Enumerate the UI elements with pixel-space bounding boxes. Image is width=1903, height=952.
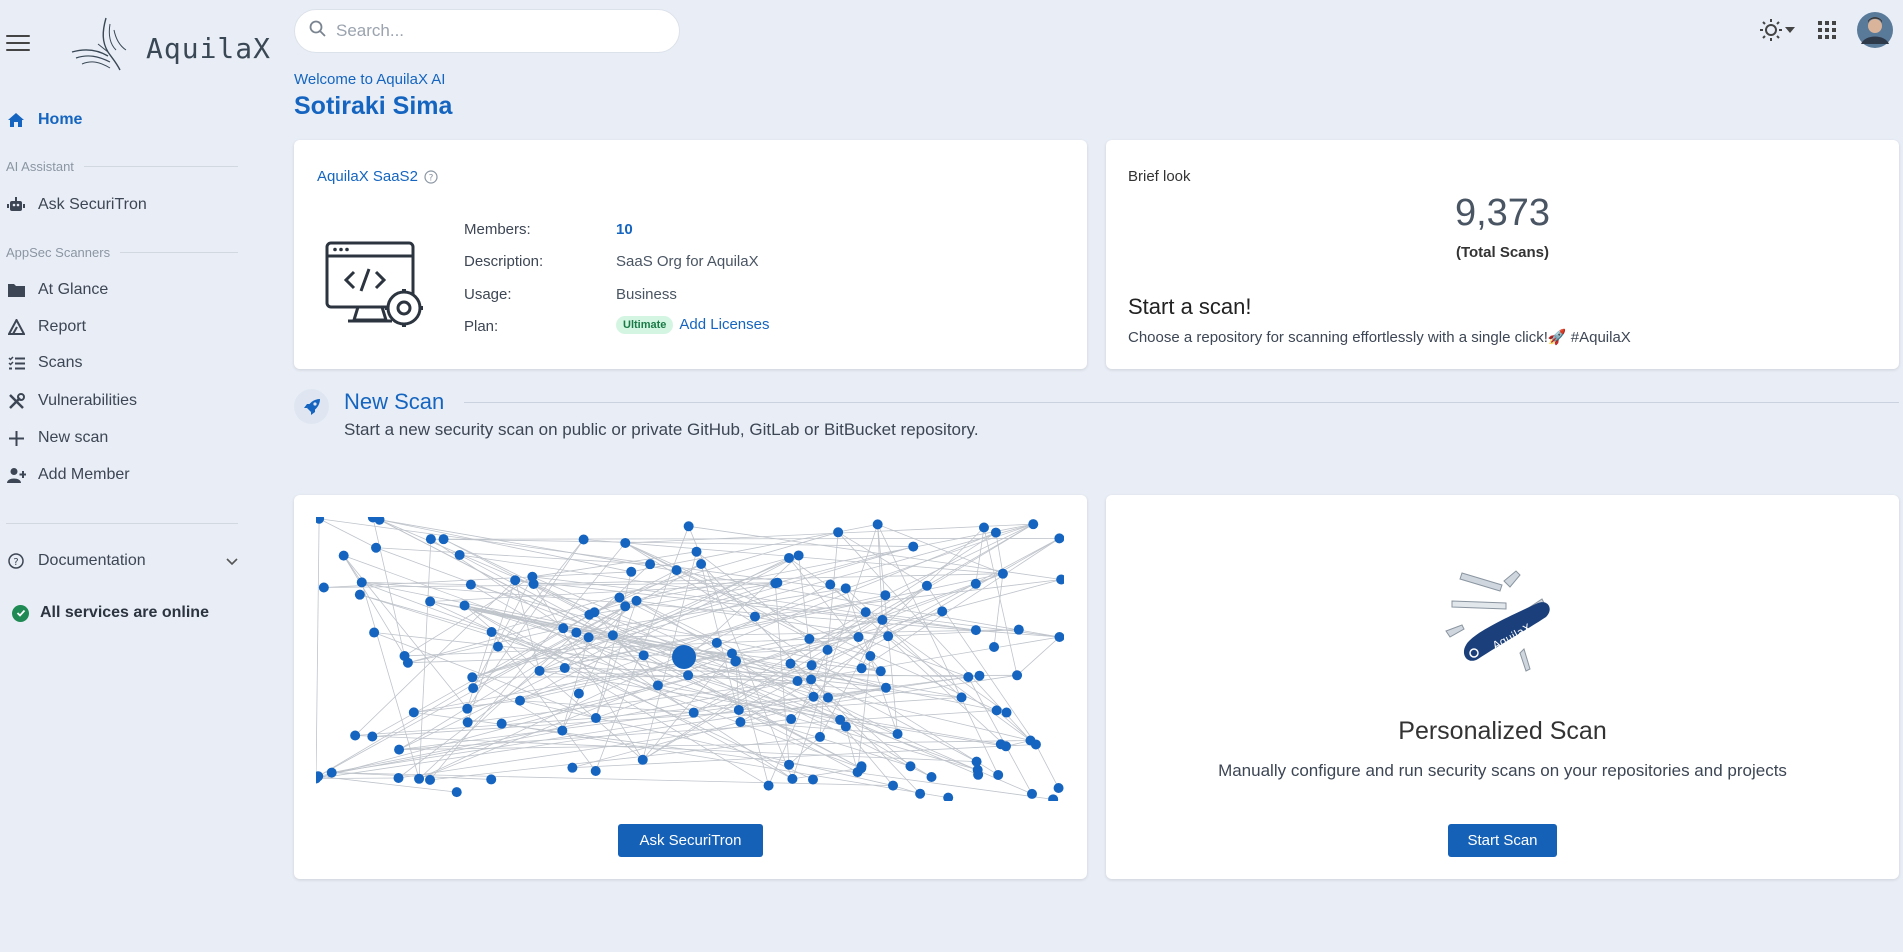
members-value[interactable]: 10 xyxy=(616,221,633,238)
checklist-icon xyxy=(5,352,27,374)
sidebar-item-at-glance[interactable]: At Glance xyxy=(0,275,240,305)
code-settings-icon xyxy=(325,241,423,327)
add-licenses-link[interactable]: Add Licenses xyxy=(679,316,769,333)
sidebar-item-home[interactable]: Home xyxy=(0,105,240,135)
sidebar-item-label: Home xyxy=(38,111,83,128)
eagle-logo-icon xyxy=(71,17,127,71)
apps-grid-icon[interactable] xyxy=(1817,20,1837,40)
svg-text:?: ? xyxy=(429,173,434,183)
sidebar-item-label: Documentation xyxy=(38,552,146,569)
rocket-icon xyxy=(294,389,329,424)
brief-card: Brief look 9,373 (Total Scans) Start a s… xyxy=(1106,140,1899,369)
logo-text: AquilaX xyxy=(146,32,272,65)
sidebar-item-report[interactable]: Report xyxy=(0,312,240,342)
sidebar-item-vulnerabilities[interactable]: Vulnerabilities xyxy=(0,386,240,416)
report-icon xyxy=(5,316,27,338)
personalized-scan-subtitle: Manually configure and run security scan… xyxy=(1218,761,1787,780)
network-illustration xyxy=(316,517,1064,801)
search-bar[interactable] xyxy=(294,9,680,53)
sidebar-item-label: At Glance xyxy=(38,281,109,298)
service-status: All services are online xyxy=(12,604,209,622)
sidebar-item-label: Scans xyxy=(38,354,83,371)
new-scan-subtitle: Start a new security scan on public or p… xyxy=(344,420,979,439)
home-icon xyxy=(5,109,27,131)
org-card: AquilaX SaaS2 ? Members: 10 Description:… xyxy=(294,140,1087,369)
usage-value: Business xyxy=(616,286,677,303)
start-scan-title: Start a scan! xyxy=(1128,294,1252,319)
sidebar-item-ask-securitron[interactable]: Ask SecuriTron xyxy=(0,190,240,220)
org-title[interactable]: AquilaX SaaS2 ? xyxy=(317,168,438,185)
new-scan-title: New Scan xyxy=(344,389,445,414)
sidebar-item-label: Add Member xyxy=(38,466,130,483)
sidebar-divider xyxy=(6,523,238,524)
personalized-scan-title: Personalized Scan xyxy=(1398,717,1607,745)
start-scan-subtitle: Choose a repository for scanning effortl… xyxy=(1128,329,1631,346)
total-scans-value: 9,373 xyxy=(1454,192,1551,234)
aquilax-logo[interactable]: AquilaX xyxy=(68,14,272,78)
top-right-controls xyxy=(1759,12,1893,48)
welcome-text: Welcome to AquilaX AI xyxy=(294,71,446,88)
sidebar-item-label: New scan xyxy=(38,429,109,446)
start-scan-button[interactable]: Start Scan xyxy=(1448,824,1557,857)
ask-securitron-button[interactable]: Ask SecuriTron xyxy=(618,824,763,857)
chevron-down-icon xyxy=(226,553,238,571)
sidebar: AquilaX Home AI Assistant Ask SecuriTron… xyxy=(0,0,270,952)
folder-icon xyxy=(5,279,27,301)
page-title: Sotiraki Sima xyxy=(294,92,453,120)
svg-text:?: ? xyxy=(13,557,18,568)
tools-icon xyxy=(5,390,27,412)
sidebar-item-label: Vulnerabilities xyxy=(38,392,138,409)
sidebar-item-new-scan[interactable]: New scan xyxy=(0,423,240,453)
help-circle-icon[interactable]: ? xyxy=(424,169,438,184)
check-circle-icon xyxy=(12,604,29,622)
robot-icon xyxy=(5,194,27,216)
menu-toggle-icon[interactable] xyxy=(6,35,30,51)
ai-card: Ask SecuriTron xyxy=(294,495,1087,879)
sidebar-item-label: Ask SecuriTron xyxy=(38,196,147,213)
plan-value: Ultimate Add Licenses xyxy=(616,316,769,335)
theme-toggle-icon[interactable] xyxy=(1759,18,1795,42)
plus-icon xyxy=(5,427,27,449)
section-label-appsec: AppSec Scanners xyxy=(6,245,238,260)
total-scans-label: (Total Scans) xyxy=(1455,244,1550,261)
brief-title: Brief look xyxy=(1128,168,1191,185)
avatar[interactable] xyxy=(1857,12,1893,48)
personalized-scan-card: AquilaX Personalized Scan Manually confi… xyxy=(1106,495,1899,879)
sidebar-item-scans[interactable]: Scans xyxy=(0,348,240,378)
new-scan-divider xyxy=(464,402,1899,403)
plan-label: Plan: xyxy=(464,318,499,335)
members-label: Members: xyxy=(464,221,531,238)
search-icon xyxy=(309,20,326,42)
description-value: SaaS Org for AquilaX xyxy=(616,253,759,270)
description-label: Description: xyxy=(464,253,544,270)
search-input[interactable] xyxy=(334,20,658,42)
sidebar-item-documentation[interactable]: ? Documentation xyxy=(0,546,240,576)
sidebar-item-add-member[interactable]: Add Member xyxy=(0,460,240,490)
section-label-ai: AI Assistant xyxy=(6,159,238,174)
multitool-icon: AquilaX xyxy=(1445,570,1550,672)
sidebar-item-label: Report xyxy=(38,318,87,335)
usage-label: Usage: xyxy=(464,286,512,303)
help-circle-icon: ? xyxy=(5,550,27,572)
plan-badge: Ultimate xyxy=(616,316,674,335)
status-text: All services are online xyxy=(40,604,209,621)
add-user-icon xyxy=(5,464,27,486)
